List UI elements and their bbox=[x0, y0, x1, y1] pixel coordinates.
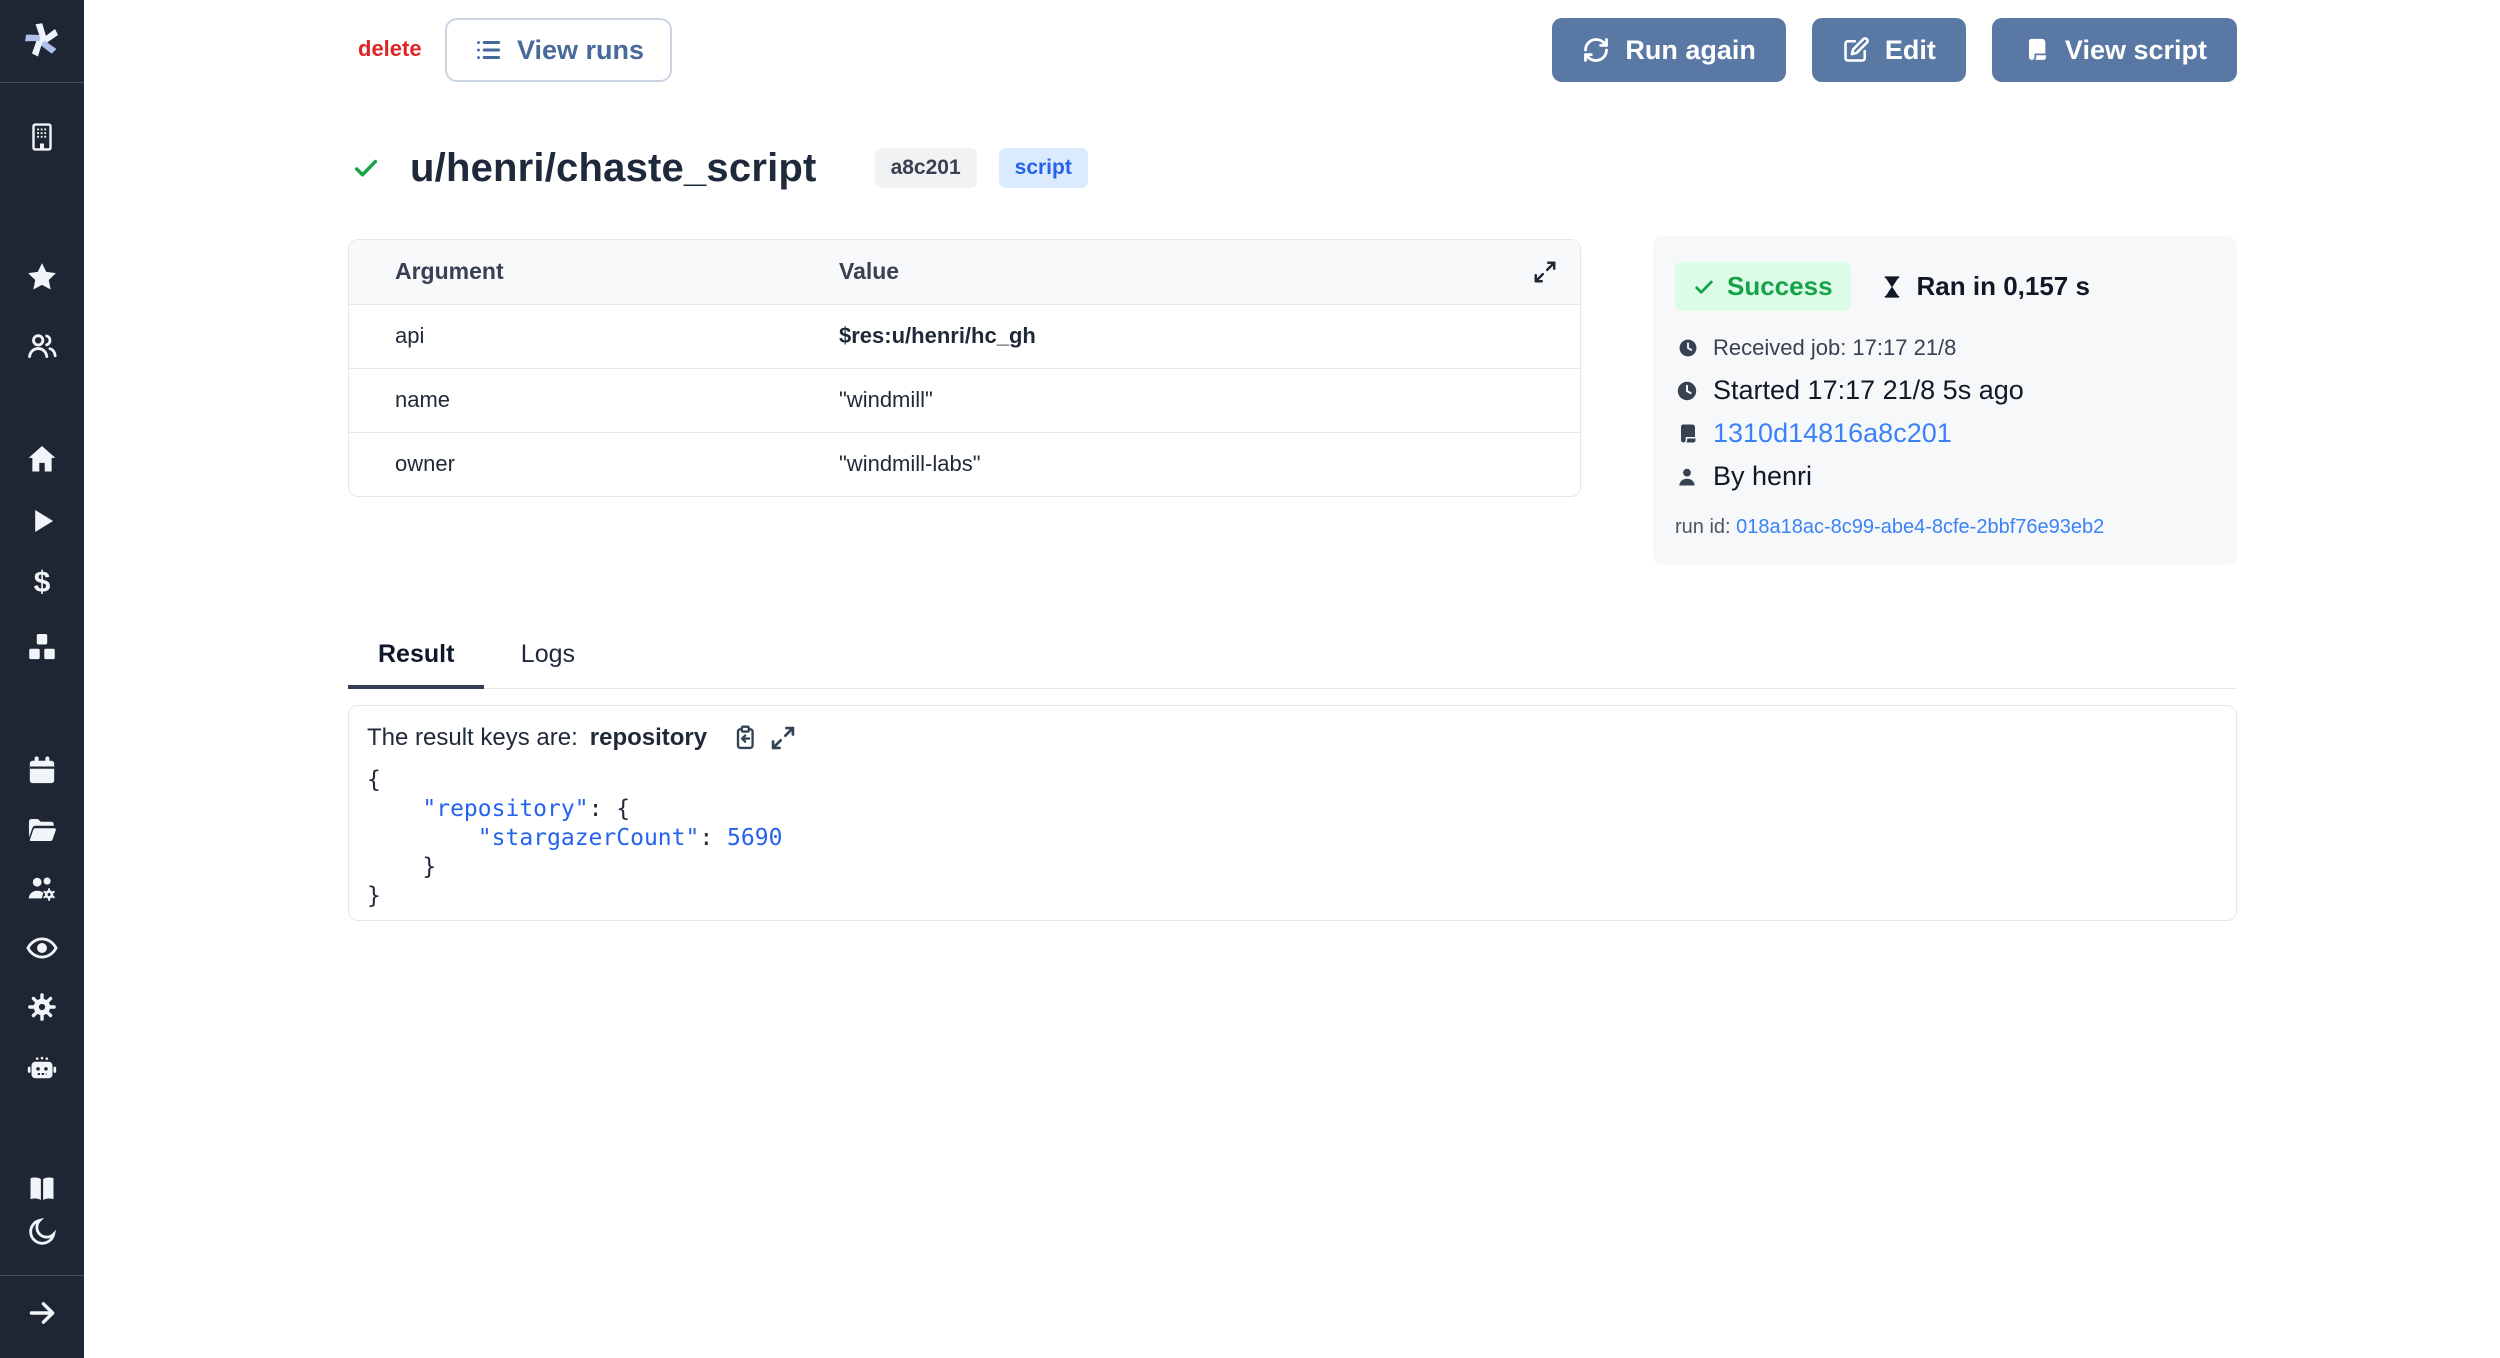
windmill-job-run-page: $ delete View runs Run again Edit View s… bbox=[0, 0, 2500, 1358]
expand-table-icon[interactable] bbox=[1532, 259, 1558, 285]
users-icon[interactable] bbox=[25, 329, 59, 363]
edit-label: Edit bbox=[1885, 35, 1936, 66]
scroll-icon bbox=[1675, 422, 1699, 446]
started-line: Started 17:17 21/8 5s ago bbox=[1675, 375, 2213, 406]
title-row: u/henri/chaste_script a8c201 script bbox=[352, 142, 1088, 194]
by-line: By henri bbox=[1675, 461, 2213, 492]
star-icon[interactable] bbox=[25, 260, 59, 294]
table-row: name"windmill" bbox=[349, 368, 1580, 432]
list-icon bbox=[473, 35, 503, 65]
result-card: The result keys are: repository { "repos… bbox=[348, 705, 2237, 921]
user-icon bbox=[1675, 465, 1699, 489]
moon-icon[interactable] bbox=[25, 1215, 59, 1249]
refresh-icon bbox=[1582, 36, 1610, 64]
arguments-table: Argument Value api$res:u/henri/hc_ghname… bbox=[349, 240, 1580, 496]
script-hash-badge: a8c201 bbox=[875, 148, 977, 188]
top-actions: Run again Edit View script bbox=[1552, 18, 2237, 82]
run-again-button[interactable]: Run again bbox=[1552, 18, 1786, 82]
play-icon[interactable] bbox=[25, 504, 59, 538]
script-hash-link[interactable]: 1310d14816a8c201 bbox=[1713, 418, 1952, 449]
tab-result[interactable]: Result bbox=[348, 640, 484, 689]
run-id-link[interactable]: 018a18ac-8c99-abe4-8cfe-2bbf76e93eb2 bbox=[1736, 516, 2104, 538]
robot-icon[interactable] bbox=[25, 1051, 59, 1085]
cubes-icon[interactable] bbox=[25, 630, 59, 664]
calendar-icon[interactable] bbox=[25, 754, 59, 788]
result-key: repository bbox=[590, 724, 707, 752]
edit-icon bbox=[1842, 36, 1870, 64]
argument-cell: name bbox=[349, 368, 839, 432]
view-runs-button[interactable]: View runs bbox=[445, 18, 672, 82]
eye-icon[interactable] bbox=[25, 931, 59, 965]
table-row: api$res:u/henri/hc_gh bbox=[349, 304, 1580, 368]
users-gear-icon[interactable] bbox=[25, 872, 59, 906]
argument-cell: api bbox=[349, 304, 839, 368]
status-badge: Success bbox=[1675, 262, 1851, 311]
delete-button[interactable]: delete bbox=[358, 36, 422, 62]
gear-icon[interactable] bbox=[25, 990, 59, 1024]
script-type-badge: script bbox=[999, 148, 1088, 188]
script-hash-line: 1310d14816a8c201 bbox=[1675, 418, 2213, 449]
result-json: { "repository": { "stargazerCount": 5690… bbox=[367, 766, 2218, 911]
view-runs-label: View runs bbox=[517, 35, 644, 66]
arrow-right-icon[interactable] bbox=[25, 1296, 59, 1330]
svg-text:$: $ bbox=[34, 566, 51, 599]
run-again-label: Run again bbox=[1625, 35, 1756, 66]
book-icon[interactable] bbox=[25, 1172, 59, 1206]
argument-cell: owner bbox=[349, 432, 839, 496]
received-job-line: Received job: 17:17 21/8 bbox=[1675, 335, 2213, 361]
windmill-logo[interactable] bbox=[22, 20, 62, 60]
scroll-icon bbox=[2022, 36, 2050, 64]
building-icon[interactable] bbox=[25, 120, 59, 154]
user-icon[interactable] bbox=[25, 190, 59, 224]
value-cell: "windmill" bbox=[839, 368, 1580, 432]
table-header-row: Argument Value bbox=[349, 240, 1580, 304]
clock-icon bbox=[1677, 337, 1699, 359]
expand-result-icon[interactable] bbox=[769, 724, 797, 752]
success-check-icon bbox=[352, 154, 380, 182]
value-cell[interactable]: $res:u/henri/hc_gh bbox=[839, 304, 1580, 368]
view-script-button[interactable]: View script bbox=[1992, 18, 2237, 82]
folder-open-icon[interactable] bbox=[25, 813, 59, 847]
status-line: Success Ran in 0,157 s bbox=[1675, 262, 2213, 311]
home-icon[interactable] bbox=[25, 442, 59, 476]
check-icon bbox=[1693, 276, 1715, 298]
sidebar: $ bbox=[0, 0, 84, 1358]
value-column-header: Value bbox=[839, 240, 1580, 304]
edit-button[interactable]: Edit bbox=[1812, 18, 1966, 82]
view-script-label: View script bbox=[2065, 35, 2207, 66]
duration-label: Ran in 0,157 s bbox=[1879, 271, 2090, 302]
result-summary: The result keys are: repository bbox=[367, 724, 2218, 752]
table-row: owner"windmill-labs" bbox=[349, 432, 1580, 496]
sidebar-divider bbox=[0, 82, 84, 83]
hourglass-icon bbox=[1879, 274, 1905, 300]
args-table-body: api$res:u/henri/hc_ghname"windmill"owner… bbox=[349, 304, 1580, 496]
result-tabs: Result Logs bbox=[348, 640, 2237, 689]
dollar-icon[interactable]: $ bbox=[25, 566, 59, 600]
argument-column-header: Argument bbox=[349, 240, 839, 304]
run-info-panel: Success Ran in 0,157 s Received job: 17:… bbox=[1653, 236, 2237, 565]
clock-icon bbox=[1675, 379, 1699, 403]
run-id-line: run id: 018a18ac-8c99-abe4-8cfe-2bbf76e9… bbox=[1675, 516, 2213, 539]
sidebar-divider bbox=[0, 1275, 84, 1276]
arguments-card: Argument Value api$res:u/henri/hc_ghname… bbox=[348, 239, 1581, 497]
value-cell: "windmill-labs" bbox=[839, 432, 1580, 496]
tab-logs[interactable]: Logs bbox=[484, 640, 611, 689]
copy-icon[interactable] bbox=[731, 724, 759, 752]
page-title: u/henri/chaste_script bbox=[410, 146, 817, 191]
